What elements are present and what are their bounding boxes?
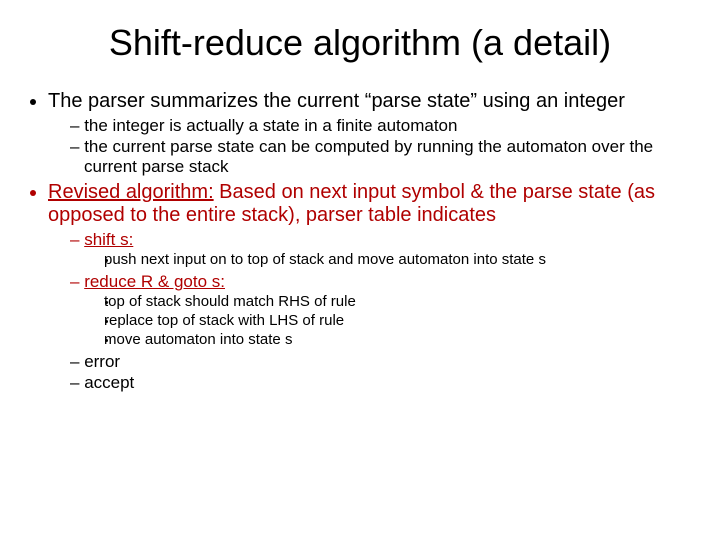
bullet-2b3: move automaton into state s [118, 331, 698, 349]
bullet-2b2: replace top of stack with LHS of rule [118, 312, 698, 330]
bullet-2c: error [70, 352, 698, 372]
bullet-2-sublist: shift s: push next input on to top of st… [48, 230, 698, 393]
bullet-1-text: The parser summarizes the current “parse… [48, 90, 625, 112]
bullet-2b-sublist: top of stack should match RHS of rule re… [84, 293, 698, 349]
slide-title: Shift-reduce algorithm (a detail) [22, 22, 698, 64]
bullet-list-level1: The parser summarizes the current “parse… [22, 90, 698, 393]
bullet-2a: shift s: push next input on to top of st… [70, 230, 698, 269]
bullet-2: Revised algorithm: Based on next input s… [48, 181, 698, 393]
bullet-2b-label: reduce R & goto s: [84, 272, 225, 291]
bullet-1: The parser summarizes the current “parse… [48, 90, 698, 177]
bullet-1a: the integer is actually a state in a fin… [70, 116, 698, 136]
bullet-2b: reduce R & goto s: top of stack should m… [70, 272, 698, 349]
bullet-2d: accept [70, 373, 698, 393]
bullet-1b: the current parse state can be computed … [70, 137, 698, 177]
bullet-2a-label: shift s: [84, 230, 133, 249]
bullet-2a-sublist: push next input on to top of stack and m… [84, 251, 698, 269]
bullet-2b1: top of stack should match RHS of rule [118, 293, 698, 311]
bullet-2-lead: Revised algorithm: [48, 181, 214, 203]
bullet-1-sublist: the integer is actually a state in a fin… [48, 116, 698, 177]
slide: Shift-reduce algorithm (a detail) The pa… [0, 0, 720, 540]
bullet-2a1: push next input on to top of stack and m… [118, 251, 698, 269]
